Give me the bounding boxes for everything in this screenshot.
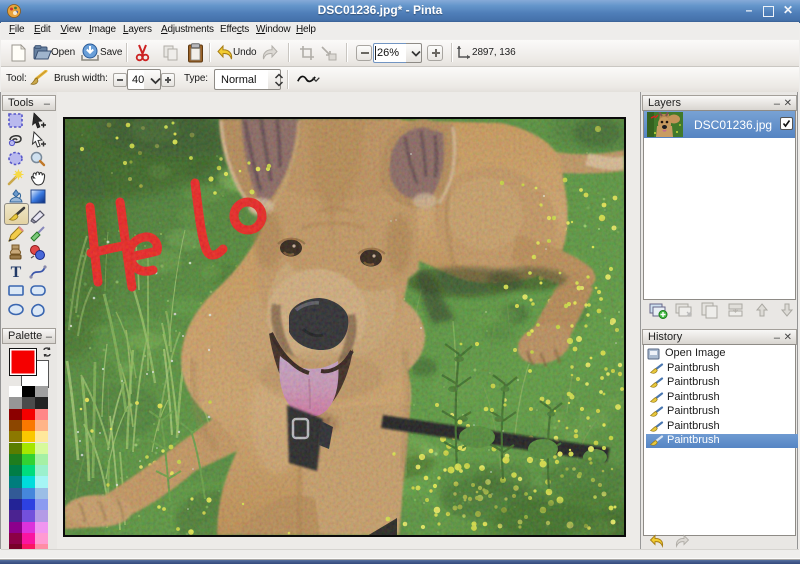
svg-text:T: T — [11, 264, 22, 281]
